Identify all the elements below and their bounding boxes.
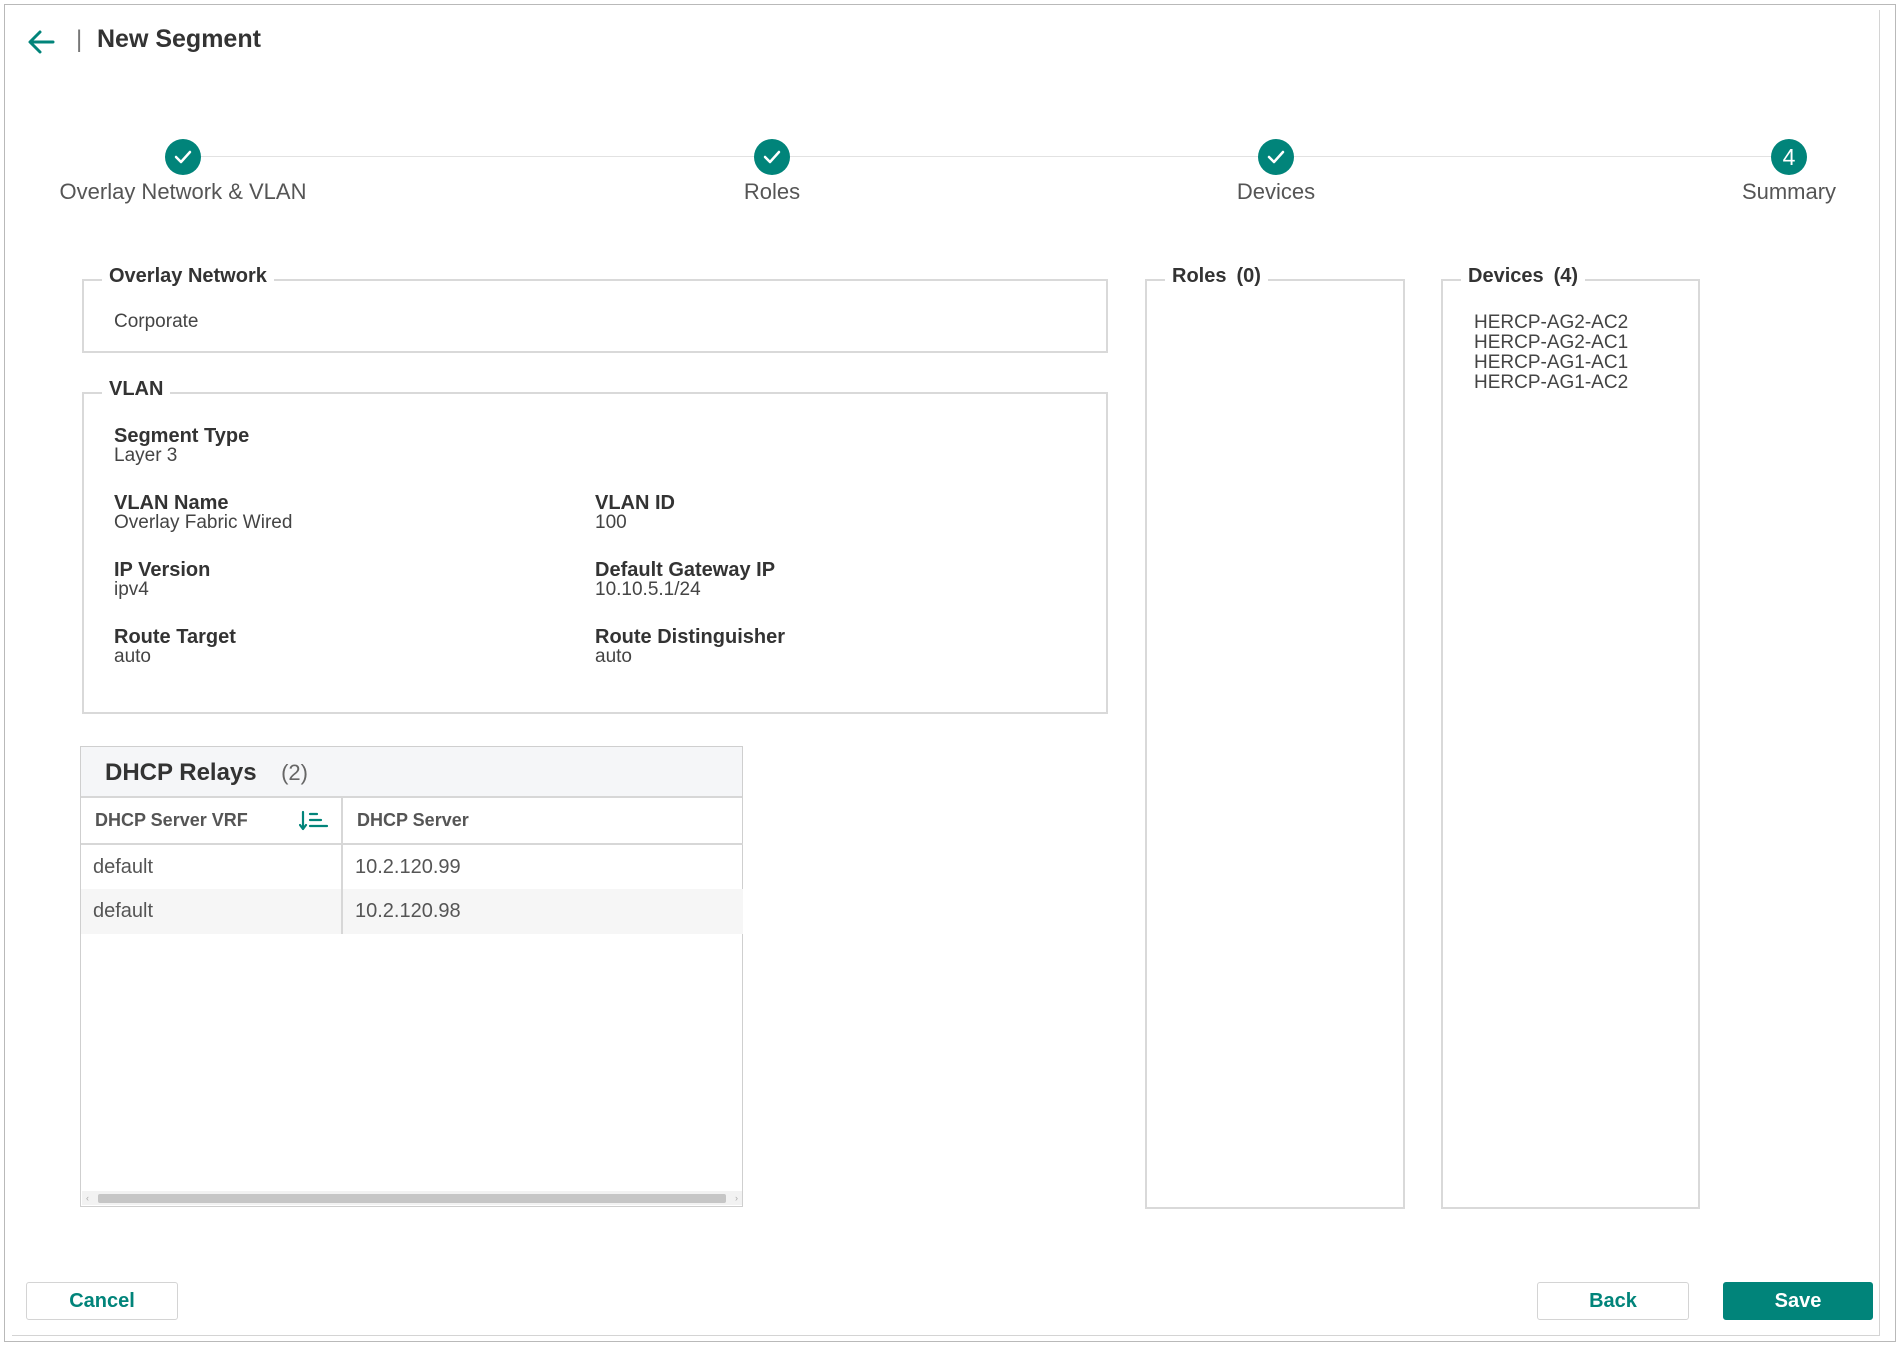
overlay-network-value: Corporate <box>114 311 199 332</box>
overlay-network-section: Overlay Network Corporate <box>82 265 1108 353</box>
route-target-label: Route Target <box>114 626 236 648</box>
list-item: HERCP-AG1-AC1 <box>1474 352 1629 373</box>
column-header-label: DHCP Server VRF <box>95 810 248 830</box>
table-header-row: DHCP Server VRF DHCP Server <box>81 798 743 845</box>
column-header-label: DHCP Server <box>357 810 469 830</box>
route-distinguisher-label: Route Distinguisher <box>595 626 786 648</box>
step-label: Summary <box>1741 179 1837 204</box>
segment-type-label: Segment Type <box>114 425 250 447</box>
route-target-field: Route Target auto <box>114 627 236 667</box>
check-icon <box>763 150 781 164</box>
overlay-network-legend: Overlay Network <box>102 265 274 288</box>
table-row[interactable]: default 10.2.120.99 <box>81 844 743 889</box>
step-roles[interactable]: Roles <box>622 139 922 205</box>
vlan-id-value: 100 <box>595 512 627 533</box>
step-devices[interactable]: Devices <box>1126 139 1426 205</box>
roles-section: Roles (0) <box>1145 265 1405 1209</box>
list-item: HERCP-AG1-AC2 <box>1474 372 1629 393</box>
route-target-value: auto <box>114 646 151 667</box>
vlan-name-field: VLAN Name Overlay Fabric Wired <box>114 493 292 533</box>
dhcp-relays-panel: DHCP Relays (2) DHCP Server VRF DHCP Ser… <box>80 746 743 1207</box>
default-gateway-value: 10.10.5.1/24 <box>595 579 701 600</box>
segment-type-field: Segment Type Layer 3 <box>114 426 249 466</box>
dhcp-relays-header: DHCP Relays (2) <box>81 747 742 798</box>
dhcp-relays-count: (2) <box>281 760 308 785</box>
scroll-right-icon[interactable]: › <box>735 1191 738 1205</box>
roles-legend-label: Roles <box>1172 265 1227 287</box>
step-summary[interactable]: 4 Summary <box>1639 139 1900 205</box>
step-complete-indicator <box>165 139 201 175</box>
segment-type-value: Layer 3 <box>114 445 178 466</box>
sort-ascending-icon[interactable] <box>299 810 329 832</box>
devices-legend: Devices (4) <box>1461 265 1586 288</box>
vlan-section: VLAN Segment Type Layer 3 VLAN Name Over… <box>82 378 1108 714</box>
route-distinguisher-value: auto <box>595 646 632 667</box>
roles-legend: Roles (0) <box>1165 265 1268 288</box>
route-distinguisher-field: Route Distinguisher auto <box>595 627 785 667</box>
list-item: HERCP-AG2-AC2 <box>1474 312 1629 333</box>
step-complete-indicator <box>754 139 790 175</box>
back-arrow-icon[interactable] <box>26 28 56 56</box>
table-cell-vrf: default <box>81 889 343 934</box>
cancel-button[interactable]: Cancel <box>26 1282 178 1320</box>
header-separator: | <box>76 26 83 53</box>
default-gateway-label: Default Gateway IP <box>595 559 776 581</box>
ip-version-value: ipv4 <box>114 579 149 600</box>
save-button[interactable]: Save <box>1723 1282 1873 1320</box>
dhcp-relays-title: DHCP Relays <box>105 759 257 786</box>
roles-count: (0) <box>1236 265 1261 287</box>
table-cell-server: 10.2.120.98 <box>342 889 743 934</box>
list-item: HERCP-AG2-AC1 <box>1474 332 1629 353</box>
table-cell-vrf: default <box>81 844 343 889</box>
default-gateway-field: Default Gateway IP 10.10.5.1/24 <box>595 560 775 600</box>
step-complete-indicator <box>1258 139 1294 175</box>
devices-count: (4) <box>1553 265 1579 287</box>
vlan-name-label: VLAN Name <box>114 492 229 514</box>
vlan-legend: VLAN <box>102 378 171 401</box>
column-header-dhcp-server-vrf[interactable]: DHCP Server VRF <box>81 798 343 845</box>
step-number-indicator: 4 <box>1771 139 1807 175</box>
horizontal-scrollbar[interactable]: ‹ › <box>82 1191 742 1205</box>
device-list: HERCP-AG2-AC2 HERCP-AG2-AC1 HERCP-AG1-AC… <box>1474 313 1628 393</box>
page-title: New Segment <box>97 25 261 53</box>
ip-version-field: IP Version ipv4 <box>114 560 210 600</box>
vlan-name-value: Overlay Fabric Wired <box>114 512 293 533</box>
table-row[interactable]: default 10.2.120.98 <box>81 889 743 934</box>
scrollbar-thumb[interactable] <box>98 1194 726 1203</box>
devices-section: Devices (4) HERCP-AG2-AC2 HERCP-AG2-AC1 H… <box>1441 265 1700 1209</box>
step-overlay-network[interactable]: Overlay Network & VLAN <box>33 139 333 205</box>
ip-version-label: IP Version <box>114 559 211 581</box>
table-cell-server: 10.2.120.99 <box>355 855 461 878</box>
step-label: Overlay Network & VLAN <box>59 179 307 204</box>
vlan-id-label: VLAN ID <box>595 492 675 514</box>
check-icon <box>1267 150 1285 164</box>
back-button[interactable]: Back <box>1537 1282 1689 1320</box>
dhcp-relays-table: DHCP Server VRF DHCP Server default 10.2… <box>81 798 743 934</box>
check-icon <box>174 150 192 164</box>
step-label: Devices <box>1236 179 1316 204</box>
column-header-dhcp-server[interactable]: DHCP Server <box>342 798 743 845</box>
step-label: Roles <box>743 179 801 204</box>
devices-legend-label: Devices <box>1468 265 1544 287</box>
vlan-id-field: VLAN ID 100 <box>595 493 675 533</box>
scroll-left-icon[interactable]: ‹ <box>86 1191 89 1205</box>
